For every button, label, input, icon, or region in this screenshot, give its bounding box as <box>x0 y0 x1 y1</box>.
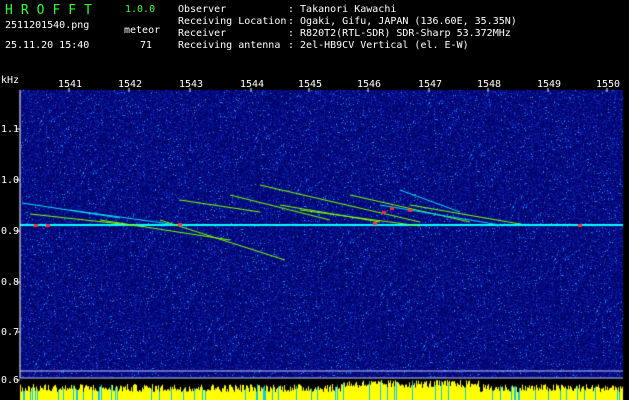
x-tick-label: 1549 <box>537 79 562 90</box>
y-tick-label: 1.1 <box>1 124 20 135</box>
info-row-observer: Observer : Takanori Kawachi <box>178 4 397 15</box>
x-tick-label: 1548 <box>477 79 502 90</box>
x-tick-label: 1542 <box>118 79 143 90</box>
x-tick-label: 1543 <box>179 79 204 90</box>
info-row-antenna: Receiving antenna : 2el-HB9CV Vertical (… <box>178 40 469 51</box>
y-tick-label: 1.0 <box>1 175 20 186</box>
meteor-label: meteor <box>124 25 161 36</box>
meteor-count: 71 <box>140 40 153 51</box>
x-tick-label: 1546 <box>357 79 382 90</box>
app-title: HROFFT <box>5 3 100 18</box>
x-tick-label: 1547 <box>418 79 443 90</box>
y-axis-unit: kHz <box>1 75 20 86</box>
x-tick-label: 1544 <box>240 79 265 90</box>
filename-label: 2511201540.png <box>5 20 90 31</box>
x-tick-label: 1550 <box>596 79 621 90</box>
datetime-label: 25.11.20 15:40 <box>5 40 90 51</box>
x-tick-label: 1541 <box>58 79 83 90</box>
version-label: 1.0.0 <box>125 4 156 15</box>
spectrogram-canvas <box>0 0 629 400</box>
y-tick-label: 0.7 <box>1 327 20 338</box>
x-tick-label: 1545 <box>298 79 323 90</box>
station-info: Observer : Takanori Kawachi Receiving Lo… <box>178 4 517 52</box>
info-row-location: Receiving Location : Ogaki, Gifu, JAPAN … <box>178 16 517 27</box>
y-tick-label: 0.6 <box>1 375 20 386</box>
y-tick-label: 0.9 <box>1 226 20 237</box>
info-row-receiver: Receiver : R820T2(RTL-SDR) SDR-Sharp 53.… <box>178 28 511 39</box>
y-tick-label: 0.8 <box>1 277 20 288</box>
